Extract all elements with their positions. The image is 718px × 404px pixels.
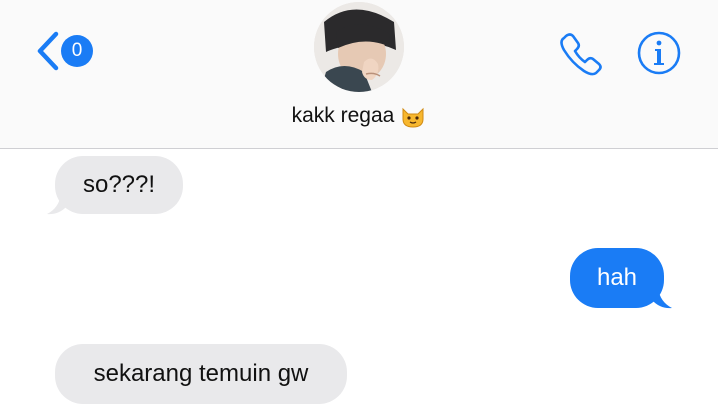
message-bubble: so???! [55,156,183,214]
message-thread[interactable]: so???! hah sekarang temuin gw [0,150,718,404]
contact-name-row[interactable]: kakk regaa [0,100,718,132]
back-button[interactable]: 0 [34,30,96,72]
phone-icon[interactable] [558,30,604,76]
contact-name: kakk regaa [291,104,395,127]
message-bubble: hah [570,248,664,308]
conversation-header: 0 kakk regaa [0,0,718,149]
cat-face-emoji-icon [402,107,424,128]
bubble-tail [652,288,672,309]
info-icon[interactable] [636,30,682,76]
chevron-left-icon [37,31,59,71]
bubble-tail [47,194,67,215]
avatar-photo [314,2,404,92]
message-bubble: sekarang temuin gw [55,344,347,404]
unread-count-badge: 0 [61,35,93,67]
contact-avatar[interactable] [314,2,404,92]
